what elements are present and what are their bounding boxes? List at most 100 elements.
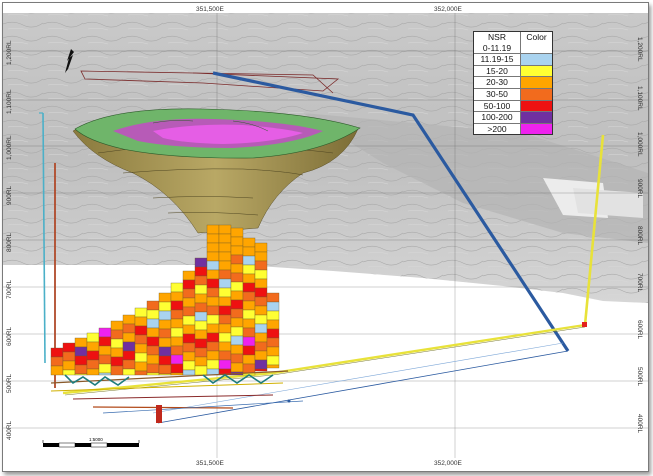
stope-block xyxy=(62,369,76,376)
stope-block xyxy=(158,373,172,376)
stope-block xyxy=(110,356,124,367)
stope-block xyxy=(146,336,160,347)
stope-block xyxy=(266,346,280,357)
legend-color-swatch xyxy=(521,88,552,100)
stope-block xyxy=(86,350,100,361)
legend-range: >200 xyxy=(474,123,521,135)
stope-block xyxy=(182,270,196,281)
stope-block xyxy=(170,300,184,311)
stope-block xyxy=(170,282,184,293)
stope-block xyxy=(218,296,232,307)
stope-block xyxy=(218,251,232,262)
rl-label-left-800: 800RL xyxy=(6,232,13,252)
stope-block xyxy=(206,233,220,244)
legend-row: >200 xyxy=(474,122,552,135)
stope-block xyxy=(122,314,136,325)
stope-block xyxy=(170,291,184,302)
stope-block xyxy=(170,363,184,374)
stope-block xyxy=(230,272,244,283)
stope-block xyxy=(50,347,64,358)
rl-label-left-400: 400RL xyxy=(6,420,13,440)
stope-block xyxy=(182,297,196,308)
stope-block xyxy=(146,345,160,356)
rl-label-right-900: 900RL xyxy=(636,179,643,199)
stope-block xyxy=(146,309,160,320)
stope-block xyxy=(98,336,112,347)
stope-block xyxy=(110,338,124,349)
stope-block xyxy=(158,364,172,375)
stope-block xyxy=(62,342,76,353)
stope-block xyxy=(218,314,232,325)
stope-block xyxy=(194,284,208,295)
legend-range: 50-100 xyxy=(474,100,521,112)
drive-levels xyxy=(50,370,304,423)
legend-color-swatch xyxy=(521,42,552,54)
stope-block xyxy=(194,365,208,376)
stope-block xyxy=(254,332,268,343)
stope-block xyxy=(206,332,220,343)
stope-block xyxy=(266,328,280,339)
stope-block xyxy=(266,355,280,366)
stope-block xyxy=(266,337,280,348)
stope-block xyxy=(206,314,220,325)
stope-block xyxy=(62,351,76,362)
stope-block xyxy=(170,327,184,338)
stope-block xyxy=(242,264,256,275)
stope-block xyxy=(74,355,88,366)
stope-block xyxy=(230,317,244,328)
stope-block xyxy=(170,354,184,365)
stope-block xyxy=(122,350,136,361)
stope-block xyxy=(230,299,244,310)
stope-block xyxy=(98,372,112,376)
stope-block xyxy=(230,353,244,364)
stope-block xyxy=(254,296,268,307)
stope-block xyxy=(206,242,220,253)
rl-label-right-800: 800RL xyxy=(636,226,643,246)
stope-block xyxy=(86,368,100,376)
stope-block xyxy=(218,332,232,343)
rl-label-left-1100: 1,100RL xyxy=(6,89,13,114)
stope-block xyxy=(254,368,268,372)
stope-block xyxy=(254,242,268,253)
stope-block xyxy=(74,337,88,348)
stope-block xyxy=(242,273,256,284)
legend-row: 11.19-15 xyxy=(474,53,552,65)
stope-block xyxy=(218,359,232,370)
rl-label-right-1100: 1,100RL xyxy=(636,86,643,111)
stope-block xyxy=(134,316,148,327)
stope-block xyxy=(182,279,196,290)
stope-block xyxy=(242,363,256,374)
legend-range: 11.19-15 xyxy=(474,54,521,65)
stope-block xyxy=(194,293,208,304)
stope-block xyxy=(158,301,172,312)
legend-row: 30-50 xyxy=(474,87,552,100)
rl-label-left-500: 500RL xyxy=(6,373,13,393)
stope-block xyxy=(230,245,244,256)
stope-block xyxy=(122,323,136,334)
rl-label-left-1200: 1,200RL xyxy=(6,40,13,65)
stope-block xyxy=(158,310,172,321)
stope-block xyxy=(242,300,256,311)
legend-range: 15-20 xyxy=(474,65,521,77)
stope-block xyxy=(218,323,232,334)
stope-block xyxy=(266,364,280,369)
legend-color-swatch xyxy=(521,112,552,123)
stope-block xyxy=(206,341,220,352)
stope-block xyxy=(218,341,232,352)
scale-bar: 1:5000 xyxy=(42,437,140,448)
stope-block xyxy=(194,275,208,286)
stope-block xyxy=(182,342,196,353)
stope-block xyxy=(242,354,256,365)
stope-block xyxy=(254,269,268,280)
stope-block xyxy=(242,345,256,356)
stope-block xyxy=(74,364,88,375)
stope-block xyxy=(134,334,148,345)
stope-block xyxy=(206,305,220,316)
stope-block xyxy=(146,354,160,365)
stope-block xyxy=(98,354,112,365)
legend-header-nsr: NSR xyxy=(474,32,521,43)
stope-block xyxy=(194,356,208,367)
stope-block xyxy=(158,319,172,330)
legend-range: 30-50 xyxy=(474,88,521,100)
stope-block xyxy=(122,359,136,370)
